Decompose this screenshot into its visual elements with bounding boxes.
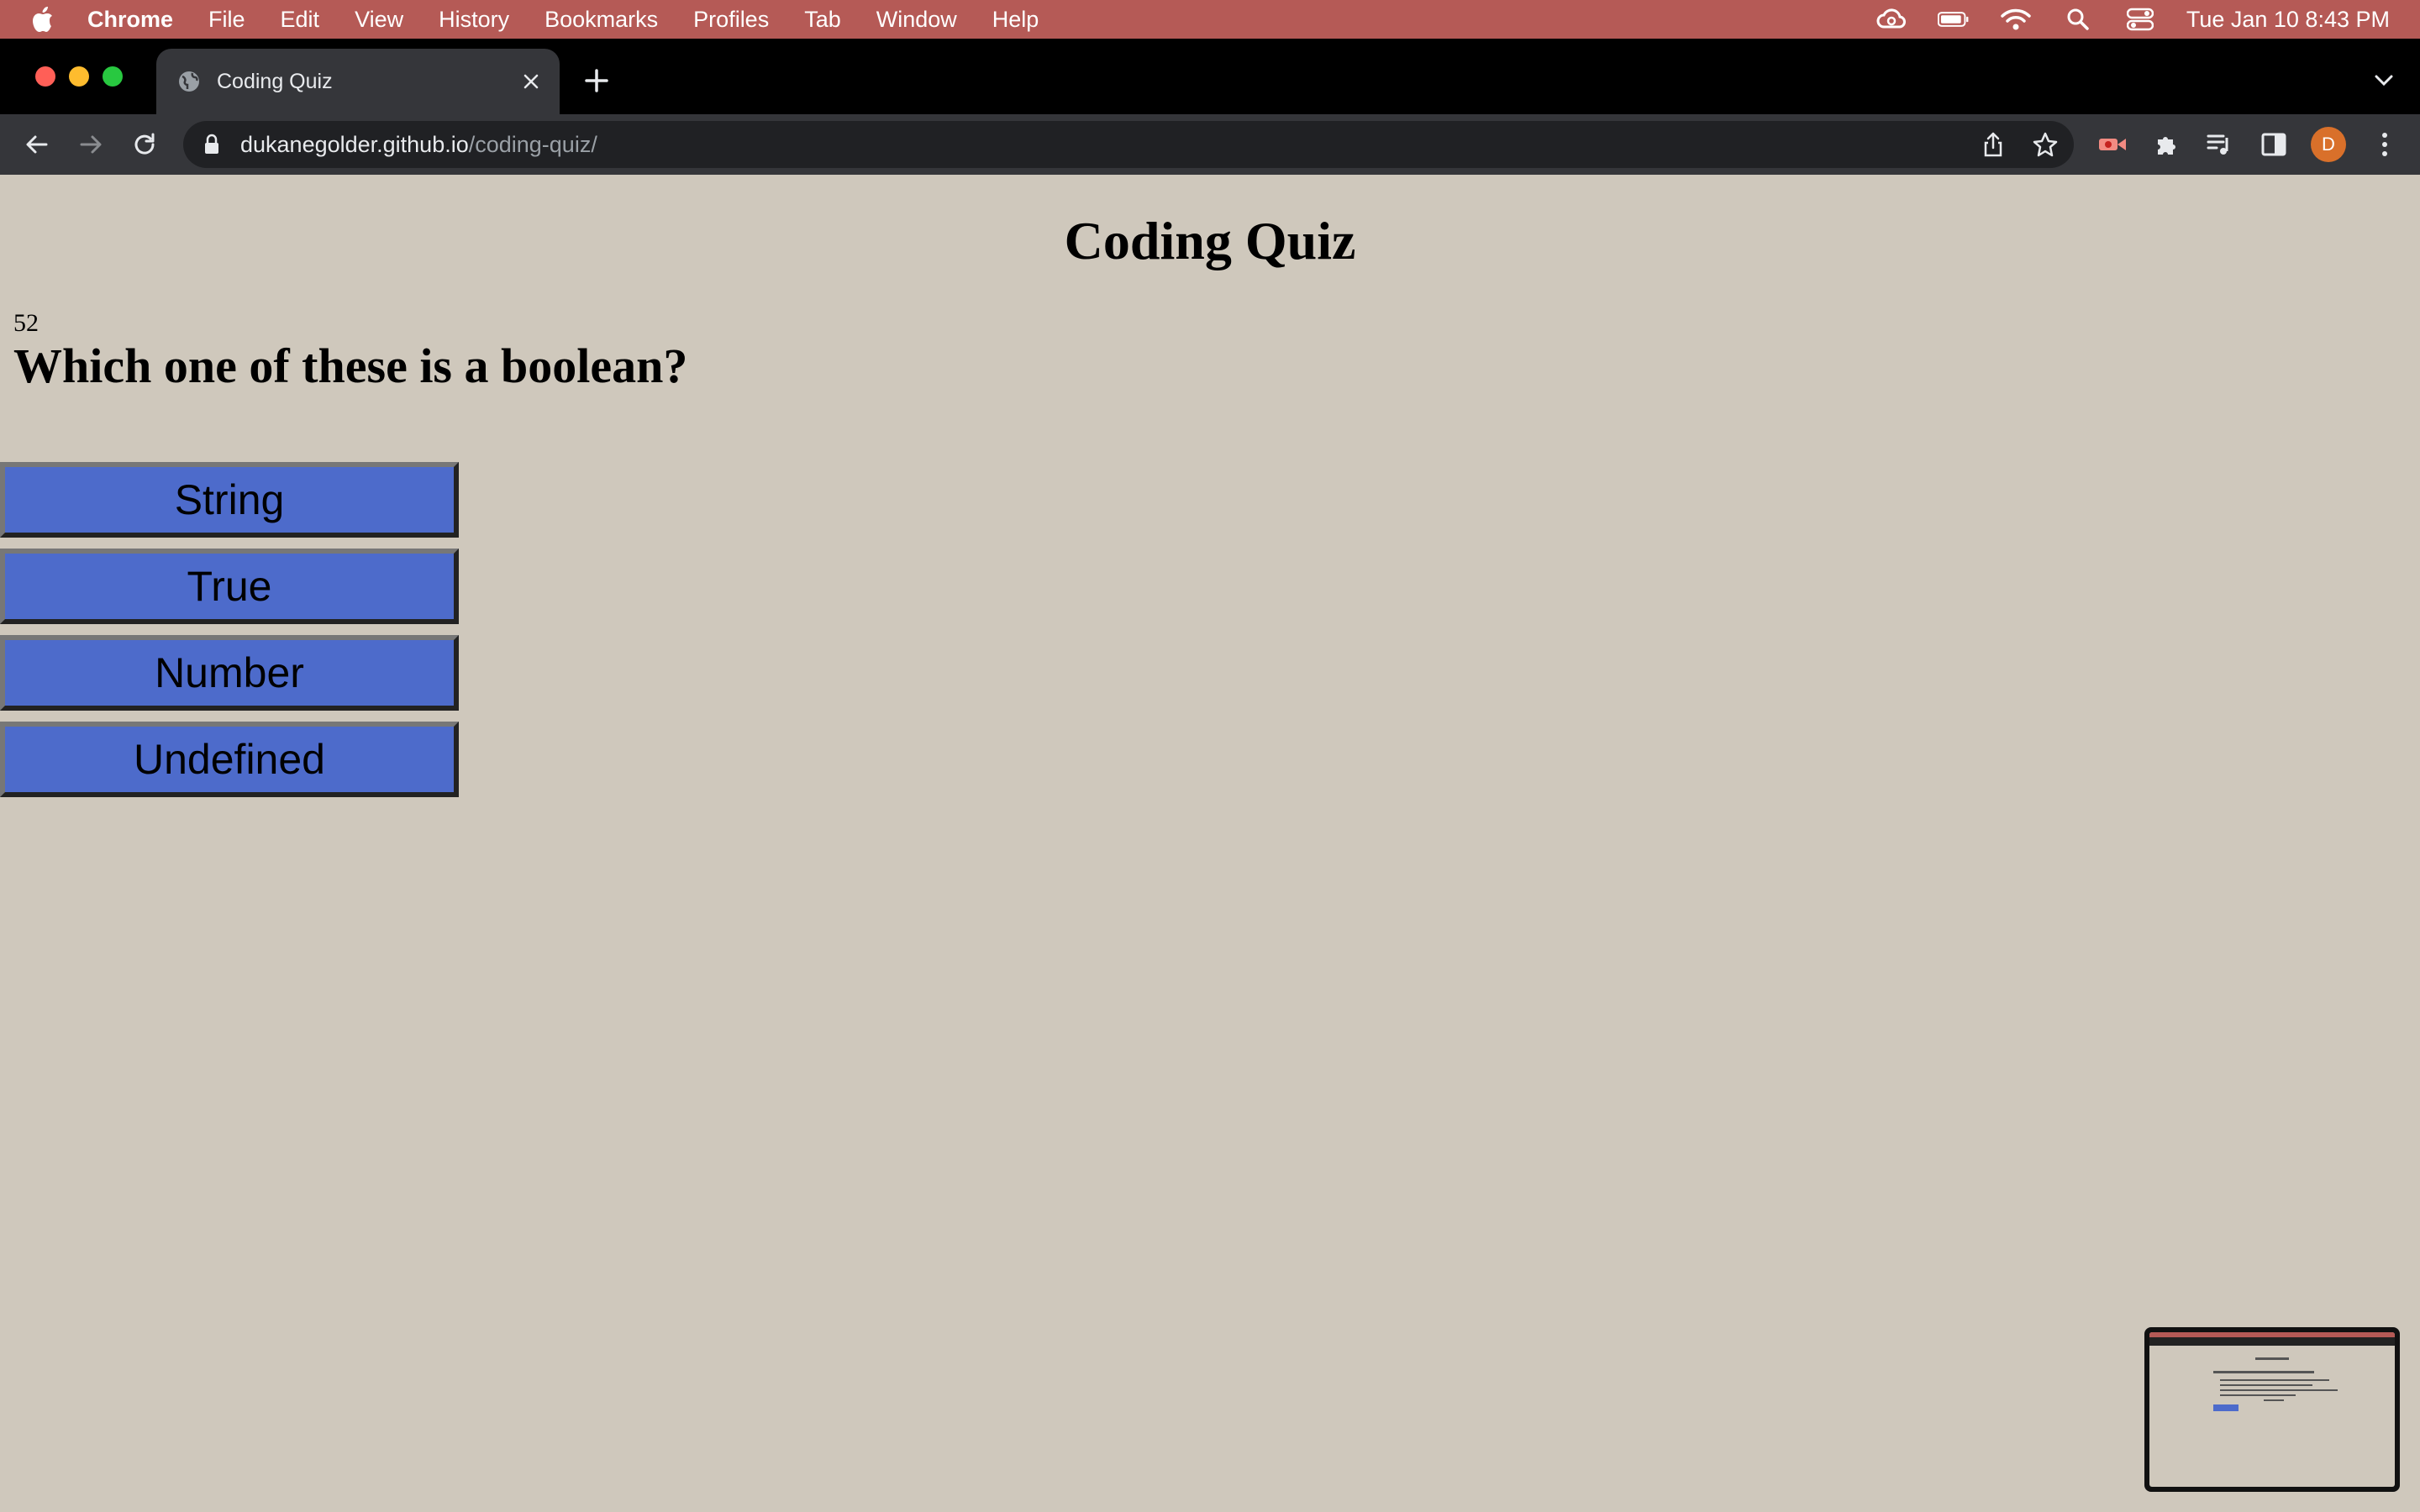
quiz-timer: 52: [13, 309, 39, 337]
tab-title: Coding Quiz: [217, 69, 333, 93]
control-center-icon[interactable]: [2124, 8, 2156, 31]
media-control-icon[interactable]: [2203, 128, 2237, 161]
thumbnail-title-line: [2255, 1357, 2289, 1360]
thumbnail-text-line: [2220, 1379, 2329, 1381]
browser-toolbar: dukanegolder.github.io/coding-quiz/ D: [0, 114, 2420, 175]
thumbnail-text-line: [2220, 1389, 2338, 1391]
battery-icon[interactable]: [1937, 8, 1970, 31]
tab-search-chevron-icon[interactable]: [2370, 66, 2398, 94]
macos-menu-bar: Chrome File Edit View History Bookmarks …: [0, 0, 2420, 39]
spotlight-search-icon[interactable]: [2062, 8, 2094, 31]
menu-window[interactable]: Window: [876, 7, 957, 33]
page-title: Coding Quiz: [1064, 211, 1356, 270]
address-bar[interactable]: dukanegolder.github.io/coding-quiz/: [183, 121, 2074, 168]
menu-tab[interactable]: Tab: [804, 7, 841, 33]
thumbnail-text-line: [2220, 1384, 2312, 1386]
back-arrow-icon[interactable]: [20, 128, 54, 161]
thumbnail-text-line: [2264, 1399, 2284, 1401]
close-window-button[interactable]: [35, 66, 55, 87]
window-preview-thumbnail[interactable]: [2144, 1327, 2400, 1492]
menu-edit[interactable]: Edit: [281, 7, 320, 33]
answer-button-undefined[interactable]: Undefined: [0, 722, 459, 797]
web-page-content: Coding Quiz 52 Which one of these is a b…: [0, 175, 2420, 1512]
share-icon[interactable]: [1976, 128, 2010, 161]
more-menu-icon[interactable]: [2368, 128, 2402, 161]
url-host: dukanegolder.github.io: [240, 131, 469, 157]
lock-icon[interactable]: [200, 131, 224, 158]
thumbnail-start-button: [2213, 1404, 2238, 1411]
apple-menu-icon[interactable]: [30, 5, 55, 34]
side-panel-icon[interactable]: [2257, 128, 2291, 161]
menu-view[interactable]: View: [355, 7, 403, 33]
menu-profiles[interactable]: Profiles: [693, 7, 769, 33]
extensions-puzzle-icon[interactable]: [2149, 128, 2183, 161]
thumbnail-page: [2149, 1332, 2395, 1487]
status-area: Tue Jan 10 8:43 PM: [1876, 0, 2390, 39]
browser-tab-strip: Coding Quiz: [0, 39, 2420, 114]
close-tab-icon[interactable]: [516, 66, 546, 97]
answer-button-string[interactable]: String: [0, 462, 459, 538]
minimize-window-button[interactable]: [69, 66, 89, 87]
url-text[interactable]: dukanegolder.github.io/coding-quiz/: [240, 132, 597, 158]
zoom-window-button[interactable]: [103, 66, 123, 87]
menu-chrome[interactable]: Chrome: [87, 7, 173, 33]
globe-icon: [176, 69, 202, 94]
menu-file[interactable]: File: [208, 7, 245, 33]
thumbnail-toolbar: [2149, 1337, 2395, 1346]
forward-arrow-icon[interactable]: [74, 128, 108, 161]
menu-bookmarks[interactable]: Bookmarks: [544, 7, 658, 33]
answer-button-number[interactable]: Number: [0, 635, 459, 711]
screen-recorder-extension-icon[interactable]: [2096, 128, 2129, 161]
thumbnail-text-line: [2213, 1371, 2314, 1373]
menubar-clock[interactable]: Tue Jan 10 8:43 PM: [2186, 7, 2390, 33]
menu-help[interactable]: Help: [992, 7, 1039, 33]
answer-list: String True Number Undefined: [0, 462, 459, 808]
wifi-icon[interactable]: [2000, 8, 2032, 31]
answer-button-true[interactable]: True: [0, 549, 459, 624]
question-text: Which one of these is a boolean?: [13, 339, 688, 393]
thumbnail-text-line: [2220, 1394, 2296, 1396]
reload-icon[interactable]: [128, 128, 161, 161]
profile-avatar[interactable]: D: [2311, 127, 2346, 162]
creative-cloud-icon[interactable]: [1876, 8, 1907, 31]
menu-history[interactable]: History: [439, 7, 509, 33]
bookmark-star-icon[interactable]: [2028, 128, 2062, 161]
new-tab-icon[interactable]: [580, 64, 613, 97]
url-path: /coding-quiz/: [468, 131, 597, 157]
browser-tab-active[interactable]: Coding Quiz: [156, 49, 560, 114]
